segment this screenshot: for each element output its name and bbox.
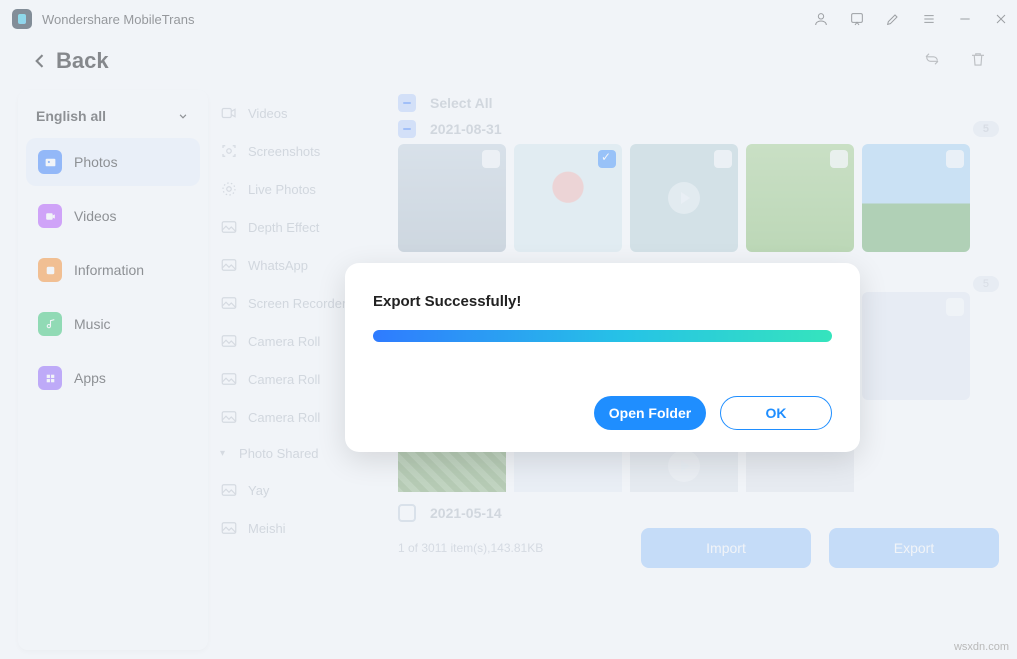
progress-bar — [373, 330, 832, 342]
open-folder-button[interactable]: Open Folder — [594, 396, 706, 430]
export-modal: Export Successfully! Open Folder OK — [345, 263, 860, 452]
watermark: wsxdn.com — [954, 641, 1009, 653]
ok-button[interactable]: OK — [720, 396, 832, 430]
modal-title: Export Successfully! — [373, 293, 832, 310]
